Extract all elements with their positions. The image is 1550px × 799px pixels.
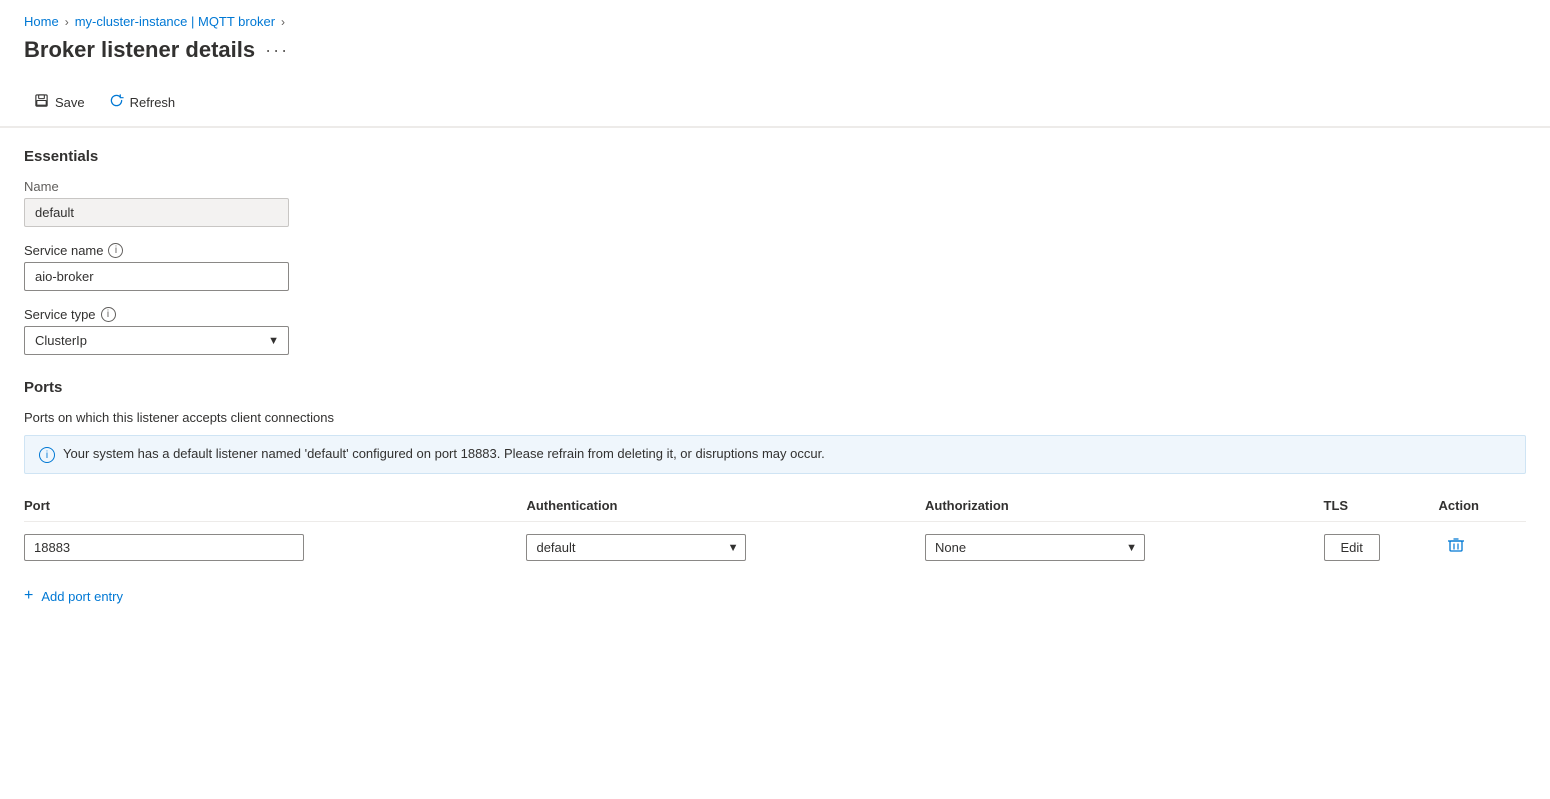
- breadcrumb-sep2: ›: [281, 15, 285, 29]
- port-input[interactable]: [24, 534, 304, 561]
- save-icon: [34, 93, 49, 112]
- service-name-field-group: Service name i: [24, 243, 1526, 291]
- more-options-icon[interactable]: ···: [265, 40, 289, 61]
- table-row: default None ▼ None default ▼: [24, 522, 1526, 574]
- name-input: [24, 198, 289, 227]
- port-cell: [24, 522, 526, 574]
- authentication-cell: default None ▼: [526, 522, 925, 574]
- name-label: Name: [24, 179, 1526, 194]
- authz-select-wrapper: None default ▼: [925, 534, 1145, 561]
- action-cell: [1439, 522, 1526, 574]
- ports-description: Ports on which this listener accepts cli…: [24, 410, 1526, 425]
- main-content: Essentials Name Service name i Service t…: [0, 128, 1550, 625]
- ports-table: Port Authentication Authorization TLS Ac…: [24, 490, 1526, 573]
- breadcrumb-sep1: ›: [65, 15, 69, 29]
- info-banner-icon: i: [39, 447, 55, 463]
- info-banner-text: Your system has a default listener named…: [63, 446, 825, 461]
- service-name-info-icon[interactable]: i: [108, 243, 123, 258]
- tls-edit-button[interactable]: Edit: [1324, 534, 1380, 561]
- auth-select-wrapper: default None ▼: [526, 534, 746, 561]
- refresh-icon: [109, 93, 124, 112]
- add-port-row[interactable]: + Add port entry: [24, 587, 1526, 605]
- ports-section: Ports Ports on which this listener accep…: [24, 379, 1526, 605]
- tls-cell: Edit: [1324, 522, 1439, 574]
- col-header-port: Port: [24, 490, 526, 522]
- authorization-select[interactable]: None default: [925, 534, 1145, 561]
- service-type-info-icon[interactable]: i: [101, 307, 116, 322]
- col-header-authentication: Authentication: [526, 490, 925, 522]
- ports-section-title: Ports: [24, 379, 1526, 396]
- essentials-section-title: Essentials: [24, 148, 1526, 165]
- save-button[interactable]: Save: [24, 87, 95, 118]
- name-field-group: Name: [24, 179, 1526, 227]
- refresh-label: Refresh: [130, 95, 176, 110]
- save-label: Save: [55, 95, 85, 110]
- service-type-select-wrapper: ClusterIp LoadBalancer NodePort ▼: [24, 326, 289, 355]
- col-header-tls: TLS: [1324, 490, 1439, 522]
- col-header-action: Action: [1439, 490, 1526, 522]
- breadcrumb-home[interactable]: Home: [24, 14, 59, 29]
- breadcrumb: Home › my-cluster-instance | MQTT broker…: [0, 0, 1550, 33]
- service-name-input[interactable]: [24, 262, 289, 291]
- authentication-select[interactable]: default None: [526, 534, 746, 561]
- service-type-select[interactable]: ClusterIp LoadBalancer NodePort: [24, 326, 289, 355]
- toolbar: Save Refresh: [0, 79, 1550, 127]
- delete-row-button[interactable]: [1439, 532, 1473, 563]
- service-name-label: Service name i: [24, 243, 1526, 258]
- breadcrumb-cluster[interactable]: my-cluster-instance | MQTT broker: [75, 14, 275, 29]
- service-type-field-group: Service type i ClusterIp LoadBalancer No…: [24, 307, 1526, 355]
- refresh-button[interactable]: Refresh: [99, 87, 186, 118]
- col-header-authorization: Authorization: [925, 490, 1324, 522]
- authorization-cell: None default ▼: [925, 522, 1324, 574]
- page-title: Broker listener details: [24, 37, 255, 63]
- service-type-label: Service type i: [24, 307, 1526, 322]
- info-banner: i Your system has a default listener nam…: [24, 435, 1526, 474]
- add-plus-icon: +: [24, 587, 33, 605]
- page-title-row: Broker listener details ···: [0, 33, 1550, 79]
- ports-table-header-row: Port Authentication Authorization TLS Ac…: [24, 490, 1526, 522]
- add-port-label: Add port entry: [41, 589, 123, 604]
